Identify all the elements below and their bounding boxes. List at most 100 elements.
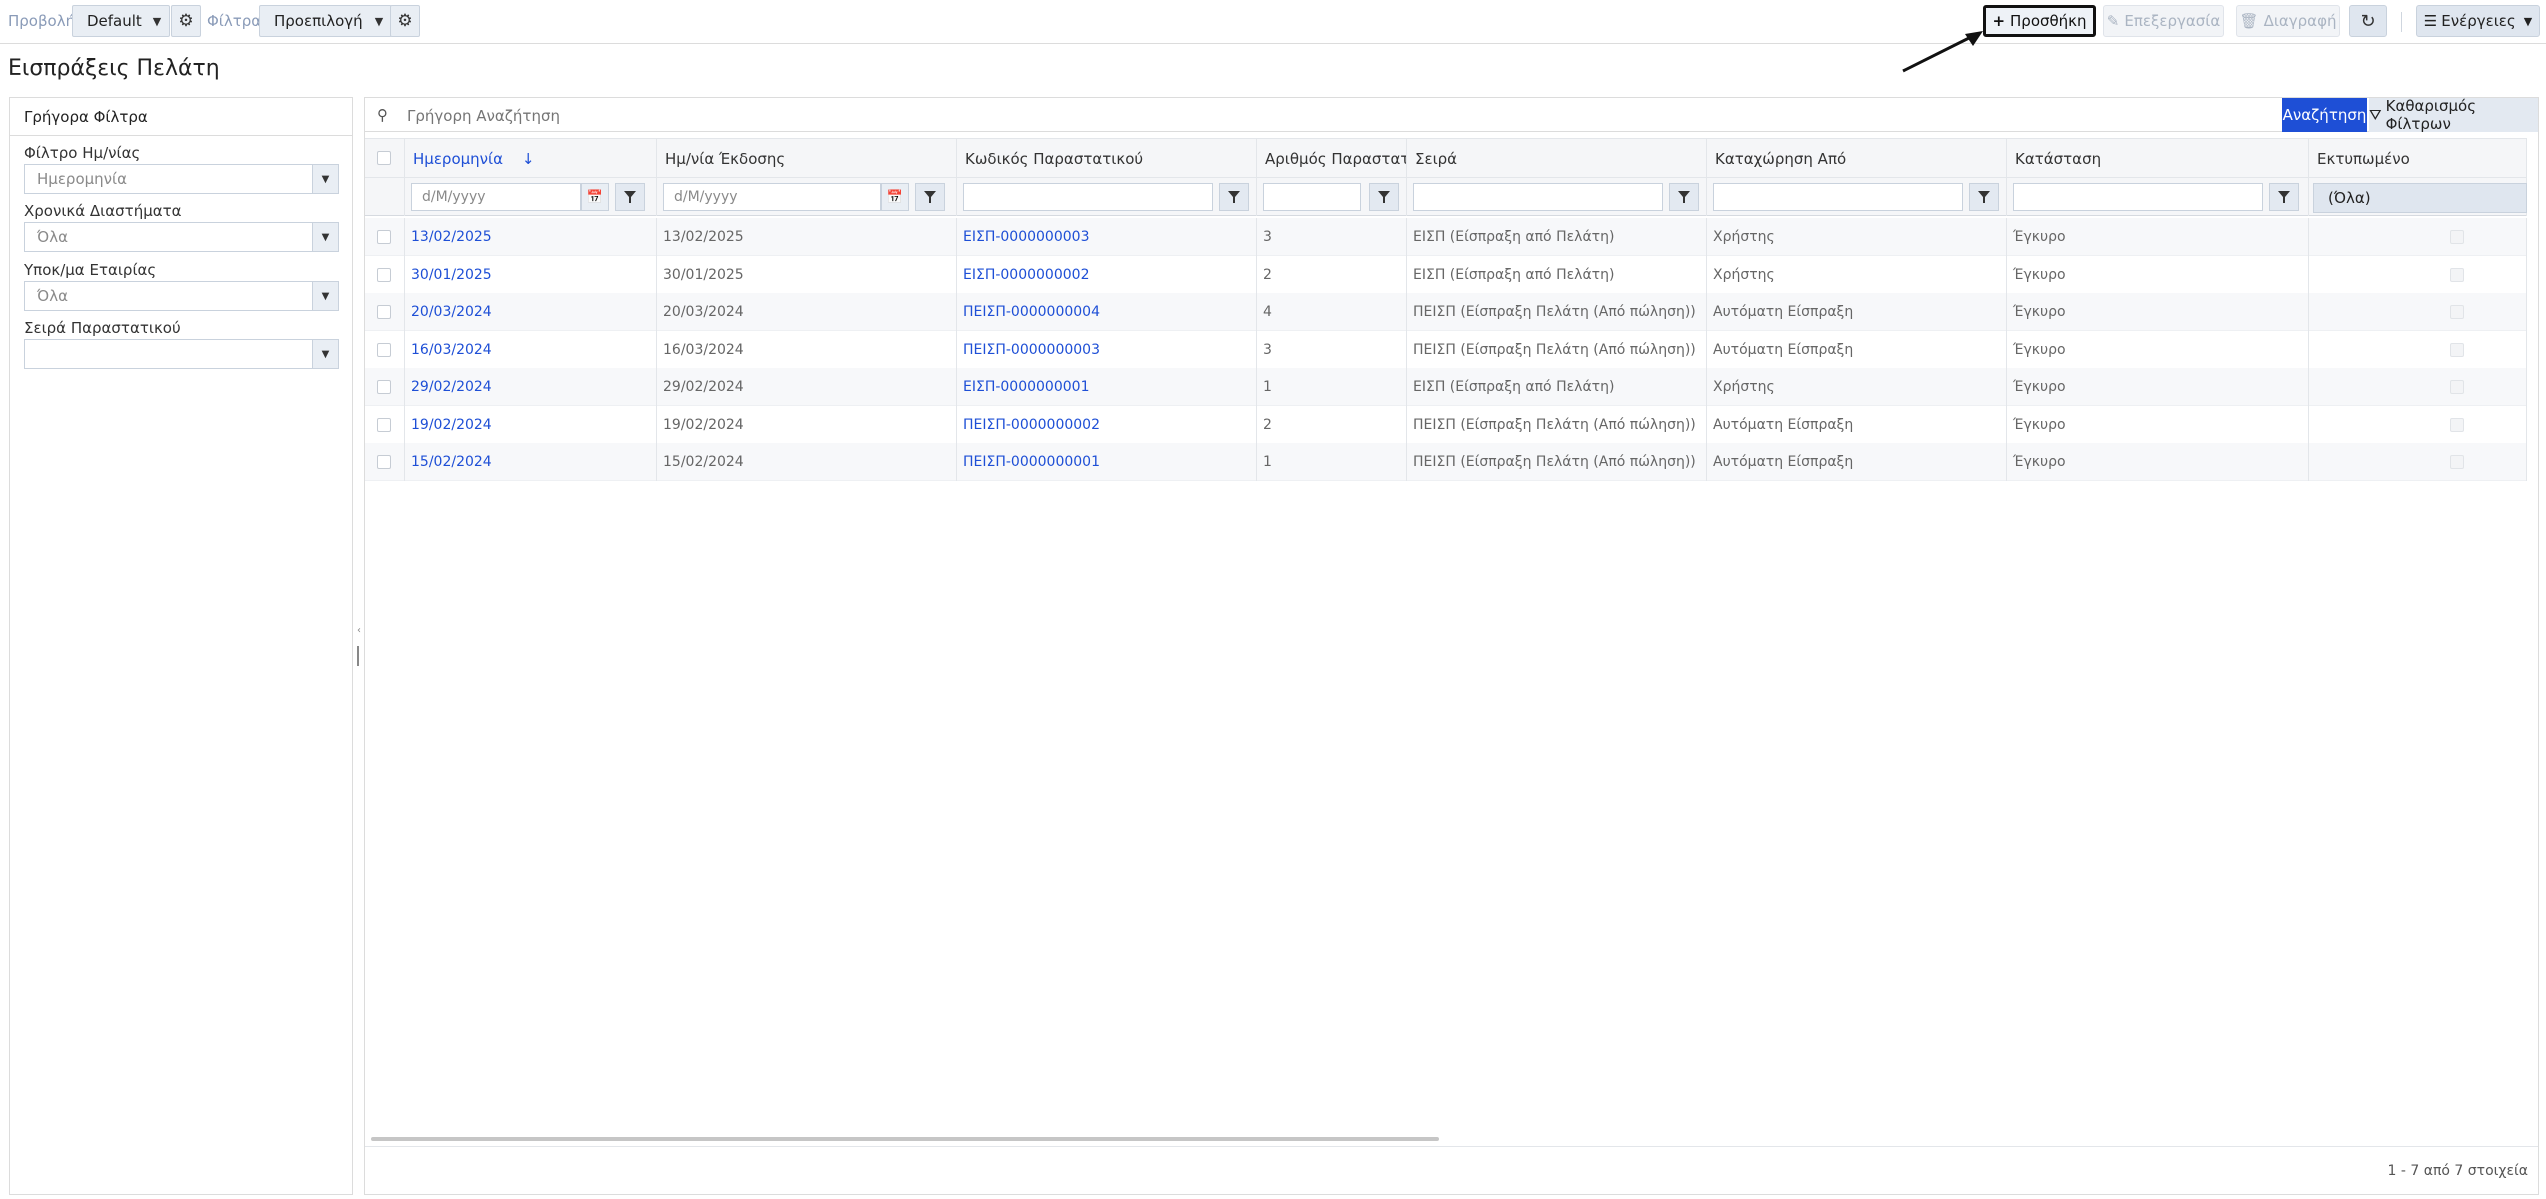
refresh-button[interactable]: ↻ [2349,5,2387,37]
cell-date[interactable]: 19/02/2024 [405,405,657,444]
cell-series: ΠΕΙΣΠ (Είσπραξη Πελάτη (Από πώληση)) [1407,443,1707,481]
table-row[interactable]: 30/01/2025 30/01/2025 ΕΙΣΠ-0000000002 2 ΕΙΣΠ… [365,255,2527,294]
panel-splitter-handle[interactable] [357,646,359,666]
filter-icon[interactable] [1219,183,1249,211]
document-series-select[interactable]: ▼ [24,339,339,369]
add-button-label: Προσθήκη [2010,12,2087,30]
arrow-down-icon: ↓ [521,150,535,168]
cell-document-number: 3 [1257,330,1407,369]
cell-document-code[interactable]: ΕΙΣΠ-0000000002 [957,255,1257,294]
document-code-filter-input[interactable] [963,183,1213,211]
cell-entered-by: Αυτόματη Είσπραξη [1707,405,2007,444]
printed-checkbox [2450,417,2464,432]
filter-icon[interactable] [2269,183,2299,211]
row-checkbox[interactable] [377,380,391,394]
table-row[interactable]: 29/02/2024 29/02/2024 ΕΙΣΠ-0000000001 1 ΕΙΣΠ… [365,368,2527,406]
cell-date[interactable]: 30/01/2025 [405,255,657,294]
delete-button[interactable]: 🗑 Διαγραφή [2236,5,2340,37]
column-header-series[interactable]: Σειρά [1407,139,1707,179]
cell-issue-date: 15/02/2024 [657,443,957,481]
row-checkbox[interactable] [377,230,391,244]
date-filter-input[interactable]: d/M/yyyy [411,183,581,211]
cell-document-code[interactable]: ΠΕΙΣΠ-0000000004 [957,293,1257,331]
column-header-entered-by[interactable]: Καταχώρηση Από [1707,139,2007,179]
time-periods-select[interactable]: Όλα ▼ [24,222,339,252]
view-label: Προβολή [8,12,76,30]
row-checkbox[interactable] [377,267,391,282]
filter-cell-series [1407,178,1707,216]
calendar-icon[interactable]: 📅 [881,183,909,211]
date-filter-select[interactable]: Ημερομηνία ▼ [24,164,339,194]
column-header-date[interactable]: Ημερομηνία ↓ [405,139,657,179]
grid-filter-row: d/M/yyyy 📅 d/M/yyyy 📅 (Όλα) [365,178,2527,216]
status-filter-input[interactable] [2013,183,2263,211]
filter-cell-entered-by [1707,178,2007,216]
cell-document-code[interactable]: ΕΙΣΠ-0000000001 [957,368,1257,406]
cell-document-code[interactable]: ΠΕΙΣΠ-0000000002 [957,405,1257,444]
table-row[interactable]: 19/02/2024 19/02/2024 ΠΕΙΣΠ-0000000002 2 ΠΕΙ… [365,405,2527,444]
series-filter-input[interactable] [1413,183,1663,211]
cell-document-code[interactable]: ΠΕΙΣΠ-0000000001 [957,443,1257,481]
row-checkbox[interactable] [377,417,391,432]
column-header-document-code[interactable]: Κωδικός Παραστατικού [957,139,1257,179]
cell-document-number: 1 [1257,368,1407,406]
filter-cell-document-code [957,178,1257,216]
issue-date-filter-input[interactable]: d/M/yyyy [663,183,881,211]
document-number-filter-input[interactable] [1263,183,1361,211]
filter-icon[interactable] [1669,183,1699,211]
refresh-icon: ↻ [2360,10,2376,32]
filters-select[interactable]: Προεπιλογή ▼ [259,5,392,37]
cell-document-code[interactable]: ΠΕΙΣΠ-0000000003 [957,330,1257,369]
row-select-cell [365,218,405,256]
company-branch-label: Υποκ/μα Εταιρίας [24,261,157,279]
filters-select-value: Προεπιλογή [274,12,363,30]
column-header-printed[interactable]: Εκτυπωμένο [2309,139,2527,179]
column-header-status[interactable]: Κατάσταση [2007,139,2309,179]
pointer-arrow-icon [1902,31,1983,73]
calendar-icon[interactable]: 📅 [581,183,609,211]
printed-filter-select[interactable]: (Όλα) [2313,183,2527,213]
horizontal-scrollbar[interactable] [371,1137,1439,1141]
select-all-checkbox[interactable] [377,151,391,165]
cell-document-code[interactable]: ΕΙΣΠ-0000000003 [957,218,1257,256]
quick-search-input[interactable] [405,106,2305,126]
filter-icon[interactable] [1969,183,1999,211]
table-row[interactable]: 16/03/2024 16/03/2024 ΠΕΙΣΠ-0000000003 3 ΠΕΙ… [365,330,2527,369]
column-header-issue-date[interactable]: Ημ/νία Έκδοσης [657,139,957,179]
filter-cell-printed: (Όλα) [2309,178,2527,216]
collapse-panel-icon[interactable]: ‹ [357,625,361,636]
cell-date[interactable]: 20/03/2024 [405,293,657,331]
edit-button[interactable]: ✎ Επεξεργασία [2103,5,2224,37]
cell-date[interactable]: 29/02/2024 [405,368,657,406]
row-checkbox[interactable] [377,305,391,319]
cell-date[interactable]: 13/02/2025 [405,218,657,256]
clear-filters-button[interactable]: ⛛ Καθαρισμός Φίλτρων [2369,97,2538,133]
cell-date[interactable]: 15/02/2024 [405,443,657,481]
search-button[interactable]: Αναζήτηση [2282,98,2367,132]
company-branch-select[interactable]: Όλα ▼ [24,281,339,311]
row-checkbox[interactable] [377,455,391,469]
plus-icon: + [1992,12,2006,30]
actions-button[interactable]: ☰ Ενέργειες ▼ [2416,5,2540,37]
entered-by-filter-input[interactable] [1713,183,1963,211]
cell-status: Έγκυρο [2007,368,2309,406]
cell-printed [2309,255,2527,294]
table-row[interactable]: 15/02/2024 15/02/2024 ΠΕΙΣΠ-0000000001 1 ΠΕΙ… [365,443,2527,481]
cell-status: Έγκυρο [2007,255,2309,294]
column-header-document-number[interactable]: Αριθμός Παραστατ... [1257,139,1407,179]
printed-checkbox [2450,305,2464,319]
table-row[interactable]: 13/02/2025 13/02/2025 ΕΙΣΠ-0000000003 3 ΕΙΣΠ… [365,218,2527,256]
cell-status: Έγκυρο [2007,330,2309,369]
add-button[interactable]: + Προσθήκη [1983,5,2096,37]
caret-down-icon: ▼ [312,165,338,193]
clear-filters-label: Καθαρισμός Φίλτρων [2385,97,2477,133]
filter-icon[interactable] [915,183,945,211]
filter-icon[interactable] [615,183,645,211]
view-select[interactable]: Default ▼ [72,5,170,37]
filter-icon[interactable] [1369,183,1399,211]
filters-settings-button[interactable]: ⚙ [390,5,420,37]
view-settings-button[interactable]: ⚙ [171,5,201,37]
cell-date[interactable]: 16/03/2024 [405,330,657,369]
row-checkbox[interactable] [377,342,391,357]
table-row[interactable]: 20/03/2024 20/03/2024 ΠΕΙΣΠ-0000000004 4 ΠΕΙ… [365,293,2527,331]
